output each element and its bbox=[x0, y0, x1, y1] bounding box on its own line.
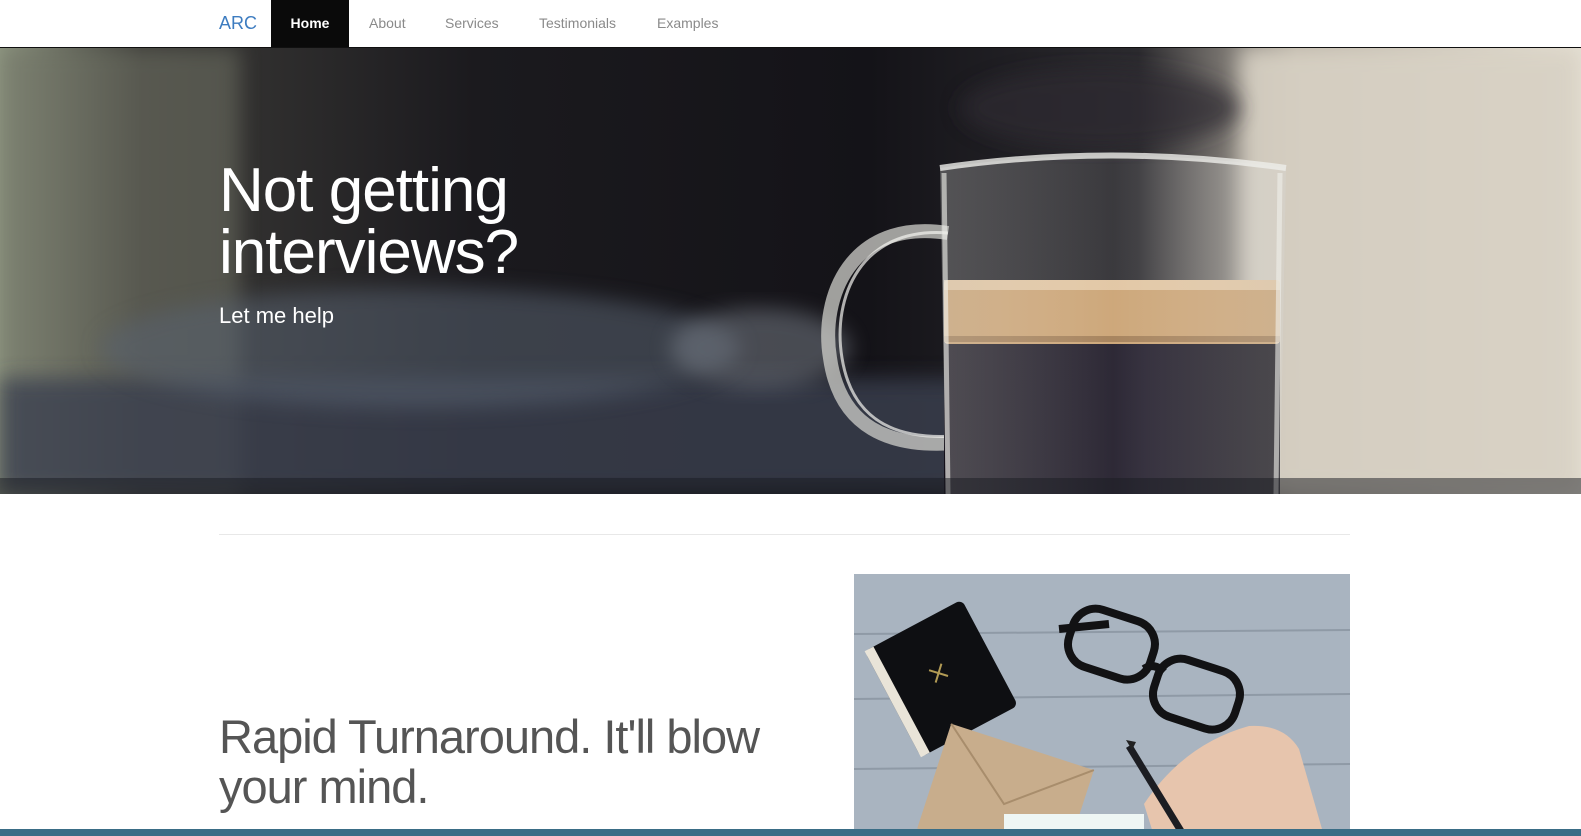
nav-item-examples[interactable]: Examples bbox=[657, 0, 718, 47]
top-navbar: ARC Home About Services Testimonials Exa… bbox=[0, 0, 1581, 48]
nav-item-testimonials[interactable]: Testimonials bbox=[539, 0, 616, 47]
hero-banner: Not getting interviews? Let me help bbox=[0, 48, 1581, 494]
hero-title: Not getting interviews? bbox=[219, 156, 519, 287]
hero-subtitle: Let me help bbox=[219, 303, 334, 328]
nav-item-about[interactable]: About bbox=[369, 0, 406, 47]
desk-glasses-photo bbox=[854, 574, 1350, 836]
feature-heading: Rapid Turnaround. It'll blow your mind. bbox=[219, 710, 760, 813]
nav-item-services[interactable]: Services bbox=[445, 0, 499, 47]
bottom-strip bbox=[0, 829, 1581, 836]
brand-logo-link[interactable]: ARC bbox=[219, 12, 257, 34]
section-divider bbox=[219, 534, 1350, 535]
nav-item-home[interactable]: Home bbox=[271, 0, 349, 47]
